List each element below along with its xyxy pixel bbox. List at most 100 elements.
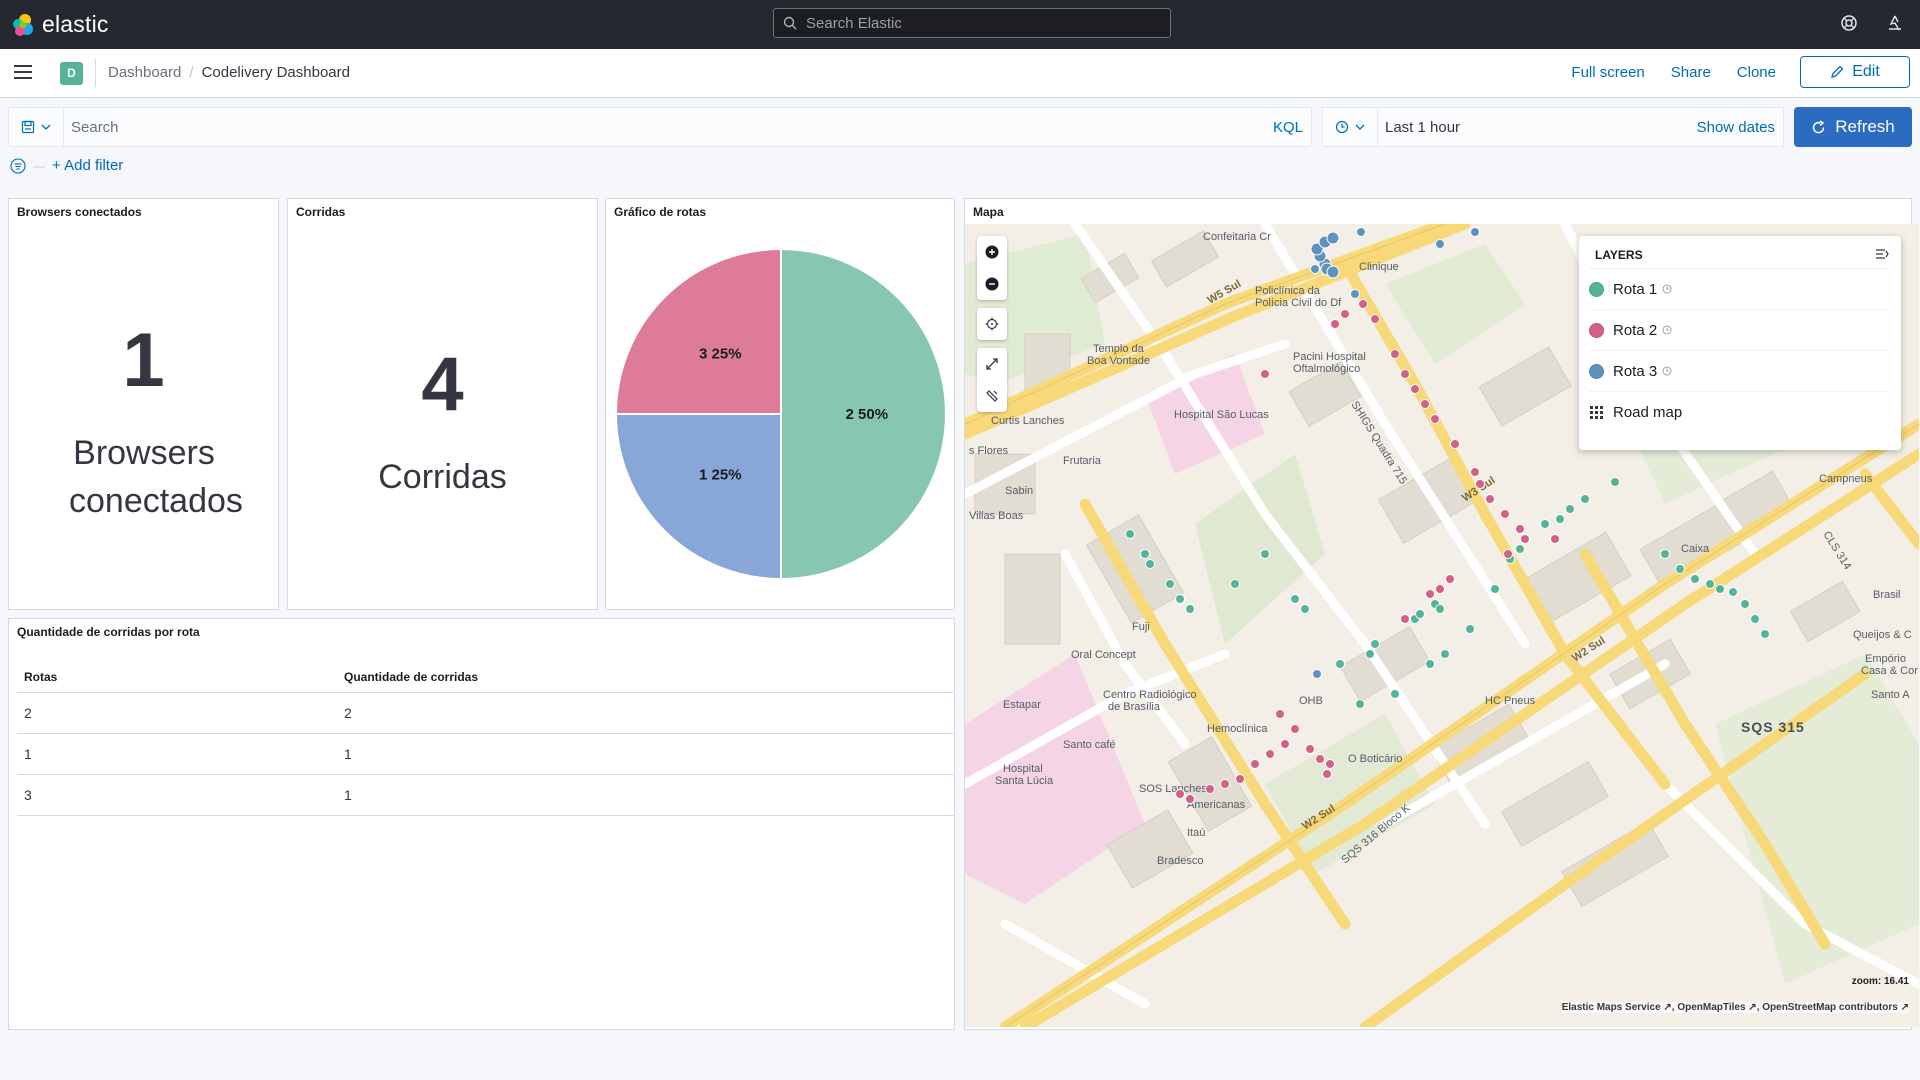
map-label: s Flores (969, 445, 1009, 457)
user-icon[interactable] (1886, 14, 1904, 32)
edit-button[interactable]: Edit (1800, 56, 1910, 88)
refresh-button-label: Refresh (1835, 117, 1895, 136)
fullscreen-map-button[interactable] (977, 348, 1007, 380)
layer-item-rota-2[interactable]: Rota 2 (1589, 309, 1889, 350)
elastic-logo[interactable]: elastic (11, 11, 109, 38)
layer-name: Rota 2 (1613, 321, 1658, 339)
layer-item-rota-3[interactable]: Rota 3 (1589, 350, 1889, 391)
attribution-link[interactable]: OpenStreetMap contributors (1762, 1002, 1898, 1013)
elastic-logo-icon (13, 13, 33, 36)
zoom-out-button[interactable] (977, 268, 1007, 300)
time-range-value[interactable]: Last 1 hour (1385, 119, 1460, 136)
map-label: OHB (1299, 695, 1323, 707)
clock-icon (1335, 120, 1349, 134)
panel-title: Browsers conectados (17, 205, 142, 219)
map-label: Frutaria (1063, 455, 1102, 467)
set-view-button[interactable] (977, 308, 1007, 340)
table-cell: 2 (17, 692, 337, 734)
query-bar: Search KQL (8, 107, 1312, 147)
share-link[interactable]: Share (1671, 64, 1711, 81)
metric-label: Corridas (378, 458, 507, 496)
map-label: Polícia Civil do Df (1255, 297, 1342, 309)
map-label: Sabin (1005, 485, 1033, 497)
kql-toggle[interactable]: KQL (1273, 119, 1303, 136)
wrench-icon (986, 390, 998, 402)
map-label: Caixa (1681, 543, 1710, 555)
map-canvas[interactable]: Confeitaria Cr Clinique Policlínica da P… (965, 224, 1919, 1027)
table-cell: 1 (17, 733, 337, 775)
panel-map: Mapa Confeitaria Cr Clinique Policlínica… (964, 198, 1919, 1030)
show-dates-link[interactable]: Show dates (1697, 119, 1775, 136)
map-label: Villas Boas (969, 510, 1024, 522)
quick-select-button[interactable] (1323, 108, 1378, 146)
save-icon (21, 120, 35, 134)
panel-browsers: Browsers conectados 1 Browsers conectado… (8, 198, 279, 610)
pie-chart[interactable]: 2 50% 1 25% 3 25% (606, 224, 956, 609)
layer-item-road-map[interactable]: Road map (1589, 391, 1889, 432)
attribution-link[interactable]: OpenMapTiles (1677, 1002, 1745, 1013)
draw-tool-button[interactable] (977, 380, 1007, 412)
panel-title: Gráfico de rotas (614, 205, 707, 219)
full-screen-link[interactable]: Full screen (1571, 64, 1644, 81)
clone-link[interactable]: Clone (1737, 64, 1776, 81)
add-filter-button[interactable]: + Add filter (52, 157, 123, 174)
plus-icon (985, 245, 999, 259)
map-label: Hospital São Lucas (1174, 409, 1269, 421)
breadcrumb-dashboard[interactable]: Dashboard (108, 64, 181, 81)
pie-slice-label: 1 25% (699, 467, 742, 484)
map-label: Casa & Cor (1861, 665, 1918, 677)
crosshairs-icon (985, 317, 999, 331)
zoom-level: zoom: 16.41 (1851, 976, 1909, 987)
map-label: Santo A (1871, 689, 1910, 701)
map-label: Policlínica da (1255, 285, 1321, 297)
collapse-panel-icon[interactable] (1875, 248, 1889, 260)
saved-query-menu[interactable] (9, 108, 64, 146)
help-icon[interactable] (1840, 14, 1858, 32)
table-row: 1 1 (17, 733, 955, 775)
breadcrumb-current: Codelivery Dashboard (201, 64, 350, 81)
set-view-control (977, 308, 1007, 340)
zoom-in-button[interactable] (977, 236, 1007, 268)
clock-icon (1662, 284, 1672, 294)
map-label: Boa Vontade (1087, 355, 1150, 367)
breadcrumb: Dashboard / Codelivery Dashboard (108, 64, 350, 81)
panel-corridas: Corridas 4 Corridas (287, 198, 598, 610)
map-label: Americanas (1187, 799, 1246, 811)
map-label: Campneus (1819, 473, 1873, 485)
table-cell: 3 (17, 774, 337, 816)
table-row: 3 1 (17, 774, 955, 816)
query-input[interactable]: Search (71, 119, 119, 136)
pie-slice-1[interactable] (614, 413, 782, 581)
refresh-icon (1813, 119, 1825, 133)
map-label: Estapar (1003, 699, 1041, 711)
layer-name: Road map (1613, 403, 1683, 421)
clock-icon (1662, 366, 1672, 376)
map-label: Oral Concept (1071, 649, 1136, 661)
layer-item-rota-1[interactable]: Rota 1 (1589, 268, 1889, 309)
attribution-link[interactable]: Elastic Maps Service (1562, 1002, 1661, 1013)
map-label: de Brasília (1108, 701, 1161, 713)
map-label: SOS Lanches (1139, 783, 1207, 795)
table-cell: 1 (337, 774, 955, 816)
column-header-quantidade[interactable]: Quantidade de corridas (337, 659, 955, 693)
column-header-rotas[interactable]: Rotas (17, 659, 337, 693)
menu-icon[interactable] (14, 64, 32, 80)
panel-table: Quantidade de corridas por rota Rotas Qu… (8, 618, 955, 1030)
search-icon (783, 16, 797, 30)
zoom-controls (977, 236, 1007, 300)
map-controls (977, 236, 1007, 420)
data-table: Rotas Quantidade de corridas 2 2 1 1 3 1 (17, 659, 955, 816)
refresh-button[interactable]: Refresh (1794, 107, 1912, 147)
metric-value: 4 (421, 342, 464, 427)
global-search[interactable] (773, 8, 1171, 38)
space-avatar[interactable]: D (60, 62, 83, 85)
map-label: Bradesco (1157, 855, 1203, 867)
global-search-input[interactable] (804, 13, 1148, 33)
layer-control-panel: LAYERS Rota 1 Rota 2 Rota 3 Road map (1579, 236, 1901, 450)
map-label: Queijos & C (1853, 629, 1912, 641)
filter-options-icon[interactable] (10, 157, 26, 174)
grid-icon (1590, 405, 1603, 419)
pie-slice-label: 3 25% (699, 345, 742, 362)
pie-slice-3[interactable] (614, 247, 782, 415)
layer-color-swatch (1589, 281, 1604, 297)
